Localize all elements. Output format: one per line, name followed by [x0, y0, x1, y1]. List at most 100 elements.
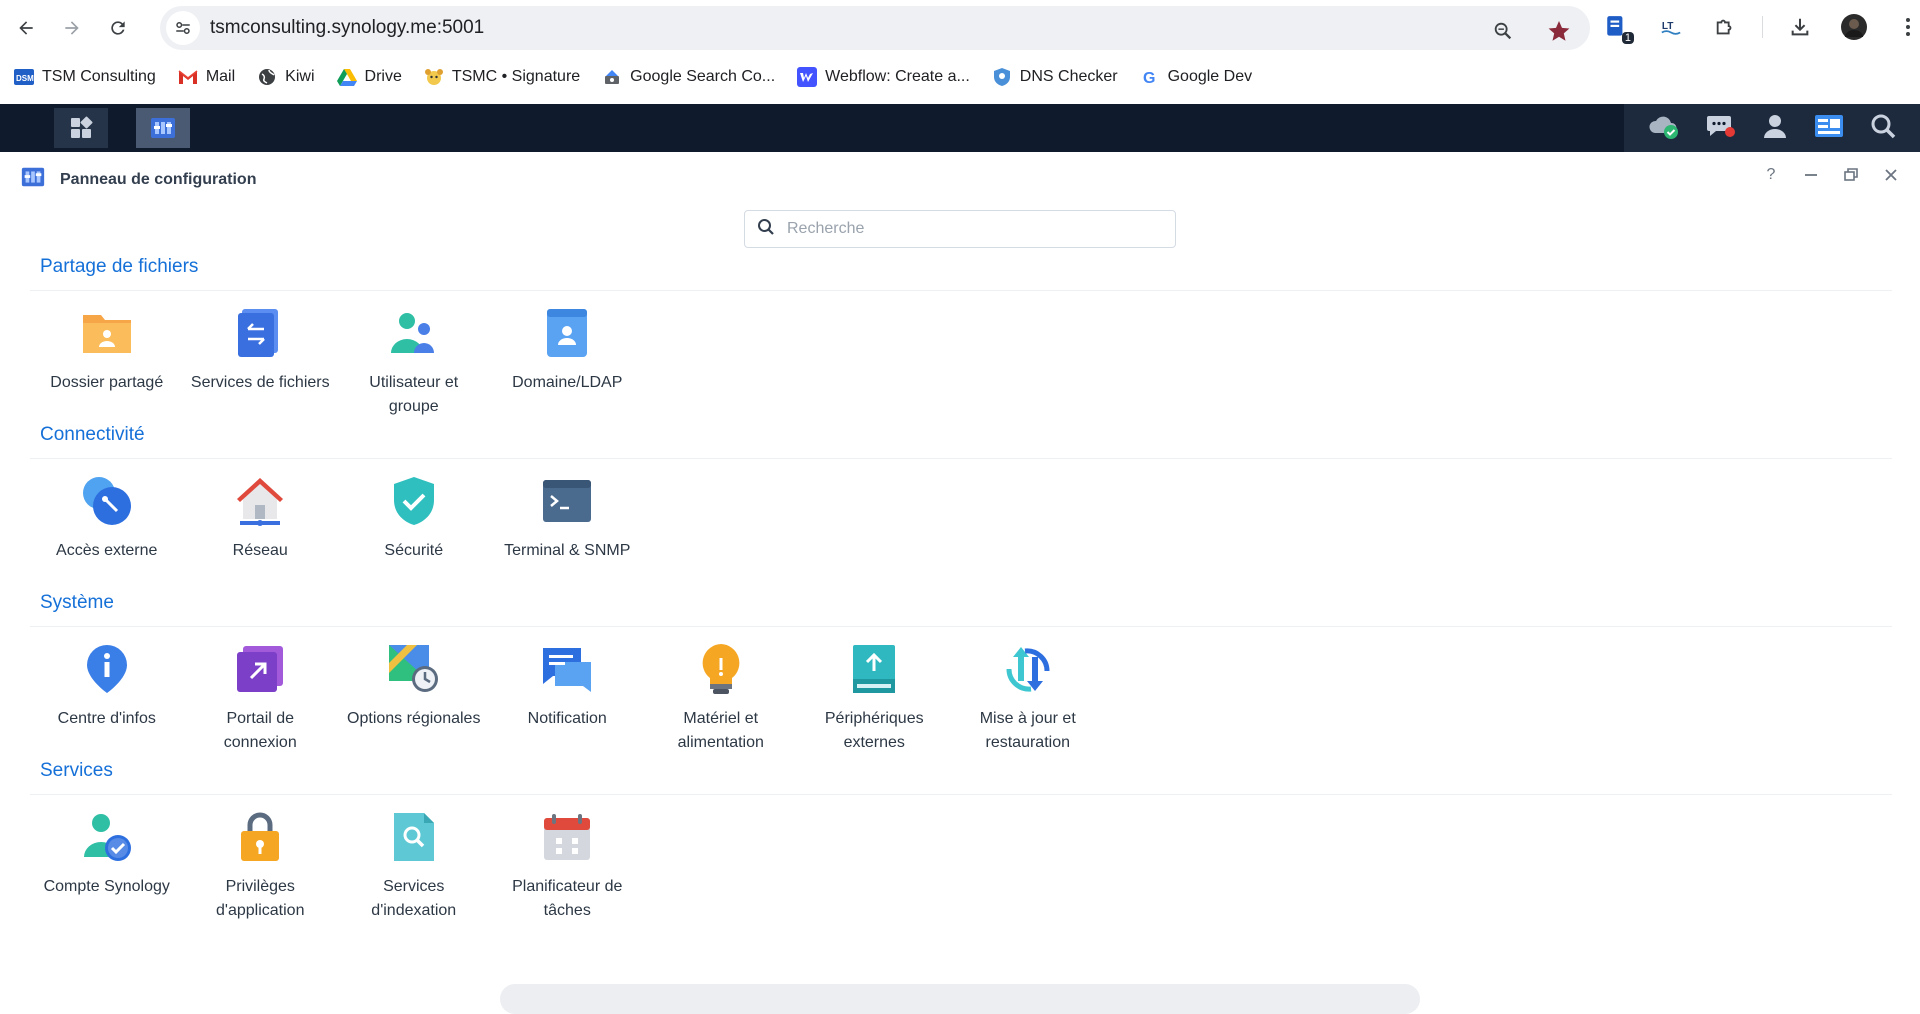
- item-label: Services de fichiers: [190, 374, 330, 391]
- synology-account-icon: [79, 809, 135, 865]
- bookmark-kiwi[interactable]: Kiwi: [257, 67, 315, 87]
- external-devices-icon: [846, 641, 902, 697]
- menu-kebab-icon[interactable]: [1891, 10, 1920, 44]
- security-icon: [386, 473, 442, 529]
- dsm-icon: DSM: [14, 67, 34, 87]
- app-privileges-icon: [232, 809, 288, 865]
- webflow-icon: [797, 67, 818, 87]
- login-portal-icon: [232, 641, 288, 697]
- back-icon[interactable]: [8, 10, 44, 46]
- item-label: Options régionales: [347, 710, 481, 727]
- bookmark-label: Kiwi: [285, 68, 315, 85]
- bookmark-tsmc-signature[interactable]: TSMC • Signature: [424, 67, 580, 87]
- bookmark-tsm-consulting[interactable]: DSM TSM Consulting: [14, 67, 156, 87]
- svg-text:G: G: [1143, 70, 1155, 86]
- window-titlebar: Panneau de configuration: [20, 164, 256, 195]
- svg-text:LT: LT: [1662, 21, 1674, 32]
- search-field[interactable]: [744, 210, 1176, 248]
- languagetool-icon[interactable]: LT: [1654, 10, 1688, 44]
- bookmark-google-search-console[interactable]: Google Search Co...: [602, 67, 775, 87]
- item-label: Privilèges d'application: [216, 878, 305, 919]
- widgets-icon[interactable]: [1814, 113, 1844, 144]
- browser-toolbar: tsmconsulting.synology.me:5001 1 LT: [0, 0, 1920, 56]
- extensions-puzzle-icon[interactable]: [1708, 10, 1742, 44]
- divider: [30, 458, 1892, 459]
- item-file-services[interactable]: Services de fichiers: [184, 305, 338, 419]
- item-label: Dossier partagé: [50, 374, 164, 391]
- item-label: Portail de connexion: [223, 710, 297, 751]
- window-title: Panneau de configuration: [60, 170, 257, 188]
- item-external-devices[interactable]: Périphériques externes: [798, 641, 952, 755]
- main-menu-button[interactable]: [54, 108, 108, 148]
- divider: [30, 794, 1892, 795]
- bookmark-label: TSMC • Signature: [451, 68, 581, 85]
- section-title: Partage de fichiers: [40, 256, 199, 277]
- item-synology-account[interactable]: Compte Synology: [30, 809, 184, 923]
- reload-icon[interactable]: [100, 10, 136, 46]
- network-icon: [232, 473, 288, 529]
- chat-icon[interactable]: [1706, 112, 1736, 145]
- item-task-scheduler[interactable]: Planificateur de tâches: [491, 809, 645, 923]
- dns-icon: [992, 67, 1012, 87]
- item-app-privileges[interactable]: Privilèges d'application: [184, 809, 338, 923]
- bookmark-label: TSM Consulting: [42, 68, 156, 85]
- address-bar[interactable]: tsmconsulting.synology.me:5001: [160, 6, 1590, 50]
- search-input[interactable]: [787, 220, 1147, 238]
- section-file-sharing: Partage de fichiers Dossier partagé Serv…: [30, 256, 1892, 419]
- bookmark-dns-checker[interactable]: DNS Checker: [992, 67, 1118, 87]
- item-shared-folder[interactable]: Dossier partagé: [30, 305, 184, 419]
- item-update-restore[interactable]: Mise à jour et restauration: [951, 641, 1105, 755]
- item-domain-ldap[interactable]: Domaine/LDAP: [491, 305, 645, 419]
- window-controls: ?: [1762, 166, 1900, 184]
- site-settings-icon[interactable]: [166, 11, 200, 45]
- item-terminal-snmp[interactable]: Terminal & SNMP: [491, 473, 645, 563]
- drive-icon: [336, 67, 357, 87]
- bookmark-label: DNS Checker: [1019, 68, 1118, 85]
- control-panel-window: Panneau de configuration ? Partage de fi…: [0, 152, 1920, 1014]
- section-services: Services Compte Synology Privilèges d'ap…: [30, 760, 1892, 923]
- item-security[interactable]: Sécurité: [337, 473, 491, 563]
- minimize-icon[interactable]: [1802, 166, 1820, 184]
- item-network[interactable]: Réseau: [184, 473, 338, 563]
- help-button[interactable]: ?: [1762, 166, 1780, 184]
- item-login-portal[interactable]: Portail de connexion: [184, 641, 338, 755]
- close-icon[interactable]: [1882, 166, 1900, 184]
- item-hardware-power[interactable]: Matériel et alimentation: [644, 641, 798, 755]
- item-external-access[interactable]: Accès externe: [30, 473, 184, 563]
- google-icon: G: [1140, 67, 1160, 87]
- regional-options-icon: [386, 641, 442, 697]
- item-label: Périphériques externes: [824, 710, 924, 751]
- zoom-icon[interactable]: [1486, 14, 1520, 48]
- item-info-center[interactable]: Centre d'infos: [30, 641, 184, 755]
- extension-dsm-icon[interactable]: 1: [1600, 10, 1634, 44]
- bookmark-label: Webflow: Create a...: [825, 68, 970, 85]
- restore-icon[interactable]: [1842, 166, 1860, 184]
- download-icon[interactable]: [1783, 10, 1817, 44]
- search-taskbar-icon[interactable]: [1869, 112, 1897, 145]
- item-label: Accès externe: [56, 542, 158, 559]
- control-panel-taskbar-button[interactable]: [136, 108, 190, 148]
- hardware-power-icon: [693, 641, 749, 697]
- item-regional-options[interactable]: Options régionales: [337, 641, 491, 755]
- domain-ldap-icon: [539, 305, 595, 361]
- bookmark-drive[interactable]: Drive: [336, 67, 402, 87]
- signature-icon: [424, 67, 444, 87]
- item-notification[interactable]: Notification: [491, 641, 645, 755]
- user-icon[interactable]: [1761, 112, 1789, 145]
- bookmark-mail[interactable]: Mail: [178, 67, 235, 87]
- forward-icon[interactable]: [54, 10, 90, 46]
- item-label: Compte Synology: [43, 878, 170, 895]
- search-icon: [757, 218, 775, 241]
- bookmark-star-icon[interactable]: [1542, 14, 1576, 48]
- url-text: tsmconsulting.synology.me:5001: [210, 17, 485, 38]
- cloud-sync-icon[interactable]: [1647, 111, 1681, 146]
- item-indexing-services[interactable]: Services d'indexation: [337, 809, 491, 923]
- control-panel-icon: [20, 164, 46, 195]
- bookmark-webflow[interactable]: Webflow: Create a...: [797, 67, 970, 87]
- user-group-icon: [386, 305, 442, 361]
- bookmark-google-dev[interactable]: G Google Dev: [1140, 67, 1253, 87]
- profile-avatar[interactable]: [1837, 10, 1871, 44]
- section-title: Système: [40, 592, 114, 613]
- item-user-group[interactable]: Utilisateur et groupe: [337, 305, 491, 419]
- bookmark-label: Mail: [205, 68, 236, 85]
